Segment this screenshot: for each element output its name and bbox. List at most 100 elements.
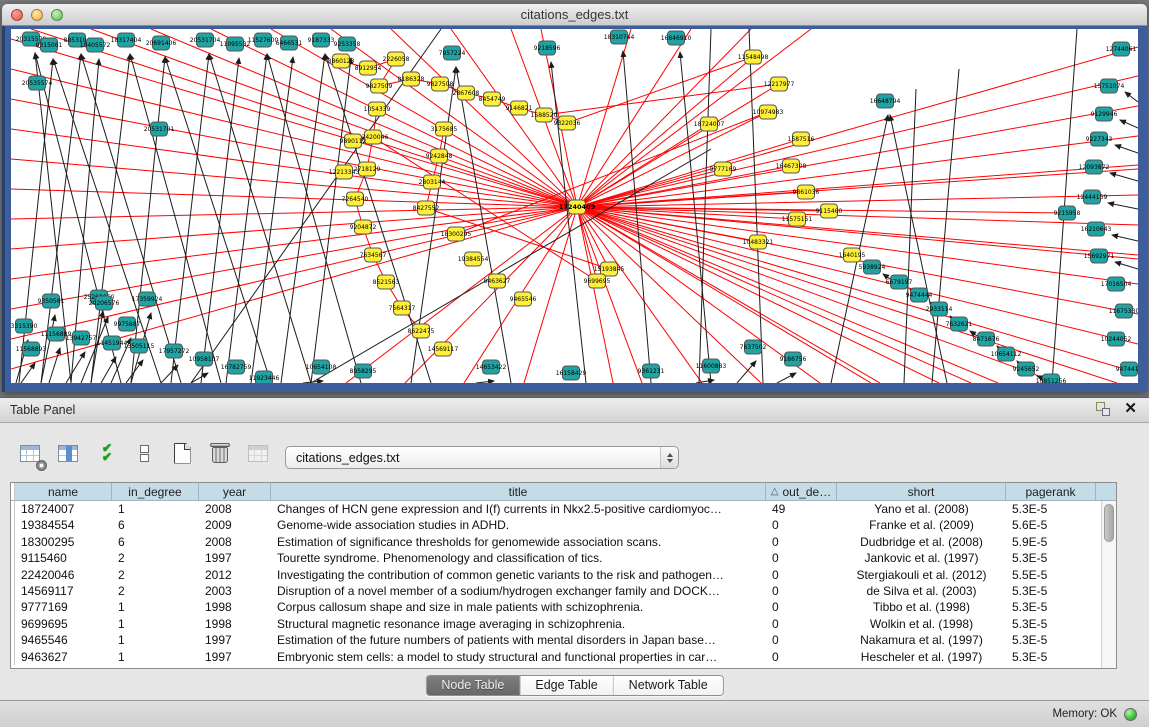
citation-edge-black[interactable]	[1112, 235, 1138, 241]
citation-edge-black[interactable]	[81, 317, 108, 383]
cell-out_degree[interactable]: 49	[766, 501, 837, 517]
cell-in_degree[interactable]: 1	[112, 649, 199, 665]
graph-node[interactable]: 14569117	[428, 342, 459, 356]
cell-title[interactable]: Estimation of significance thresholds fo…	[271, 534, 766, 550]
cell-in_degree[interactable]: 1	[112, 599, 199, 615]
graph-node[interactable]: 9861036	[793, 185, 820, 199]
graph-node[interactable]: 9227343	[1086, 132, 1113, 146]
graph-node[interactable]: 7264540	[342, 192, 369, 206]
table-selector-dropdown[interactable]: citations_edges.txt	[285, 446, 679, 469]
tab-node-table[interactable]: Node Table	[426, 676, 520, 695]
column-header-out_degree[interactable]: △out_de…	[766, 483, 837, 500]
cell-out_degree[interactable]: 0	[766, 583, 837, 599]
graph-node[interactable]: 19384554	[458, 252, 489, 266]
cell-in_degree[interactable]: 2	[112, 583, 199, 599]
cell-title[interactable]: Genome-wide association studies in ADHD.	[271, 517, 766, 533]
graph-node[interactable]: 10483321	[743, 235, 774, 249]
citation-edge-black[interactable]	[1108, 203, 1138, 209]
citation-edge-black[interactable]	[81, 54, 181, 383]
citation-edge-red[interactable]	[577, 207, 871, 383]
graph-node[interactable]: 9245652	[1013, 362, 1040, 376]
citation-edge-black[interactable]	[1110, 173, 1138, 181]
cell-title[interactable]: Structural magnetic resonance image aver…	[271, 616, 766, 632]
graph-node[interactable]: 9777169	[710, 162, 737, 176]
graph-node[interactable]: 18724007	[694, 117, 725, 131]
citation-edge-black[interactable]	[749, 29, 763, 383]
table-row[interactable]: 1872400712008Changes of HCN gene express…	[11, 501, 1116, 517]
cell-short[interactable]: Nakamura et al. (1997)	[837, 632, 1006, 648]
window-titlebar[interactable]: citations_edges.txt	[2, 4, 1147, 26]
cell-pagerank[interactable]: 5.3E-5	[1006, 550, 1096, 566]
cell-name[interactable]: 9463627	[15, 649, 112, 665]
graph-node[interactable]: 9474410	[1116, 362, 1138, 376]
cell-year[interactable]: 2008	[199, 501, 271, 517]
graph-node[interactable]: 9474444	[906, 288, 933, 302]
citation-edge-red[interactable]	[567, 57, 753, 123]
graph-node[interactable]: 5938924	[859, 260, 886, 274]
graph-node[interactable]: 8454749	[479, 92, 506, 106]
citation-edge-black[interactable]	[226, 54, 267, 383]
cell-pagerank[interactable]: 5.3E-5	[1006, 649, 1096, 665]
select-all-icon[interactable]: ✔✔	[92, 439, 120, 467]
column-settings-icon[interactable]	[16, 439, 44, 467]
tab-network-table[interactable]: Network Table	[614, 676, 723, 695]
citation-edge-black[interactable]	[267, 54, 361, 383]
table-panel-titlebar[interactable]: Table Panel ✕	[0, 398, 1149, 423]
cell-short[interactable]: Yano et al. (2008)	[837, 501, 1006, 517]
graph-node[interactable]: 12444159	[1077, 190, 1108, 204]
table-row[interactable]: 1938455462009Genome-wide association stu…	[11, 517, 1116, 533]
close-panel-icon[interactable]: ✕	[1124, 402, 1137, 416]
graph-node[interactable]: 18317404	[111, 33, 142, 47]
cell-in_degree[interactable]: 6	[112, 534, 199, 550]
cell-title[interactable]: Disruption of a novel member of a sodium…	[271, 583, 766, 599]
cell-year[interactable]: 1997	[199, 550, 271, 566]
graph-node[interactable]: 12744061	[1106, 42, 1137, 56]
citation-edge-black[interactable]	[680, 52, 711, 383]
citation-edge-red[interactable]	[544, 84, 779, 115]
cell-name[interactable]: 22420046	[15, 567, 112, 583]
graph-node[interactable]: 1587516	[788, 132, 815, 146]
table-row[interactable]: 969969511998Structural magnetic resonanc…	[11, 616, 1116, 632]
citation-edge-black[interactable]	[311, 58, 351, 383]
cell-year[interactable]: 2012	[199, 567, 271, 583]
graph-node[interactable]: 11548498	[738, 50, 769, 64]
graph-node[interactable]: 20531701	[144, 122, 175, 136]
citation-edge-black[interactable]	[476, 381, 494, 383]
graph-node[interactable]: 16782759	[221, 360, 252, 374]
cell-name[interactable]: 18300295	[15, 534, 112, 550]
citation-edge-black[interactable]	[1125, 92, 1138, 102]
citation-edge-black[interactable]	[161, 365, 178, 383]
graph-node[interactable]: 9322036	[554, 116, 581, 130]
graph-node[interactable]: 12093872	[1079, 160, 1110, 174]
graph-node[interactable]: 9463627	[484, 274, 511, 288]
cell-out_degree[interactable]: 0	[766, 649, 837, 665]
scrollbar-thumb[interactable]	[1104, 504, 1114, 542]
citation-edge-black[interactable]	[91, 54, 130, 383]
column-header-pagerank[interactable]: pagerank	[1006, 483, 1096, 500]
cell-out_degree[interactable]: 0	[766, 534, 837, 550]
cell-short[interactable]: Hescheler et al. (1997)	[837, 649, 1006, 665]
show-columns-icon[interactable]	[54, 439, 82, 467]
new-column-icon[interactable]	[168, 439, 196, 467]
graph-node[interactable]: 6466531	[276, 36, 303, 50]
cell-title[interactable]: Corpus callosum shape and size in male p…	[271, 599, 766, 615]
cell-in_degree[interactable]: 2	[112, 567, 199, 583]
graph-node[interactable]: 9827508	[427, 77, 454, 91]
graph-node[interactable]: 9350561	[38, 294, 65, 308]
column-header-title[interactable]: title	[271, 483, 766, 500]
graph-node[interactable]: 11527600	[248, 33, 279, 47]
cell-pagerank[interactable]: 5.5E-5	[1006, 567, 1096, 583]
graph-node[interactable]: 12217977	[764, 77, 795, 91]
graph-node[interactable]: 15751074	[1094, 79, 1125, 93]
cell-title[interactable]: Investigating the contribution of common…	[271, 567, 766, 583]
cell-year[interactable]: 2008	[199, 534, 271, 550]
cell-short[interactable]: Dudbridge et al. (2008)	[837, 534, 1006, 550]
table-row[interactable]: 1830029562008Estimation of significance …	[11, 534, 1116, 550]
cell-year[interactable]: 2009	[199, 517, 271, 533]
cell-pagerank[interactable]: 5.3E-5	[1006, 616, 1096, 632]
cell-short[interactable]: Wolkin et al. (1998)	[837, 616, 1006, 632]
graph-node[interactable]: 10958107	[189, 352, 220, 366]
cell-in_degree[interactable]: 2	[112, 550, 199, 566]
graph-node[interactable]: 14653422	[476, 360, 507, 374]
cell-title[interactable]: Estimation of the future numbers of pati…	[271, 632, 766, 648]
